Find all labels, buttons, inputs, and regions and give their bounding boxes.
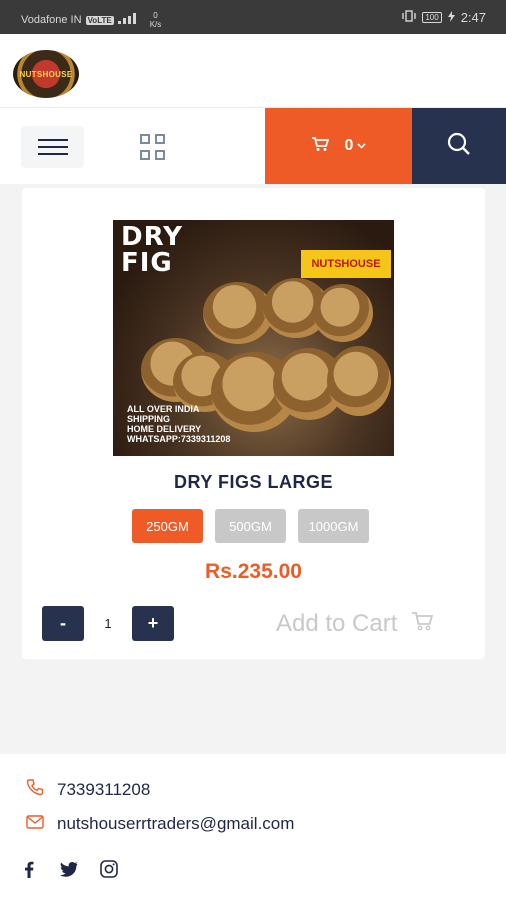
product-image[interactable]: DRY FIG NUTSHOUSE ALL OVER INDIA SHIPPIN… <box>113 220 394 456</box>
product-name[interactable]: DRY FIGS LARGE <box>22 472 485 493</box>
mail-icon <box>26 814 44 834</box>
variant-250gm-button[interactable]: 250GM <box>132 509 203 543</box>
logo-text: NUTSHOUSE <box>19 69 73 79</box>
app-header: NUTSHOUSE <box>0 34 506 108</box>
network-speed: 0 K/s <box>150 11 162 29</box>
brand-logo[interactable]: NUTSHOUSE <box>13 50 79 98</box>
status-right: 100 2:47 <box>402 10 486 25</box>
search-icon <box>447 132 471 161</box>
cart-icon <box>411 610 434 638</box>
caption-line: HOME DELIVERY <box>127 424 202 434</box>
add-to-cart-label: Add to Cart <box>276 609 398 637</box>
speed-value: 0 <box>153 11 158 20</box>
variant-500gm-button[interactable]: 500GM <box>215 509 286 543</box>
caption-line: SHIPPING <box>127 414 171 424</box>
quantity-increase-button[interactable]: + <box>132 606 174 641</box>
facebook-icon[interactable] <box>20 860 38 878</box>
phone-number: 7339311208 <box>57 779 151 799</box>
chevron-down-icon <box>357 141 367 152</box>
carrier-name: Vodafone IN <box>21 14 82 26</box>
status-left: Vodafone IN VoLTE 0 K/s <box>21 11 161 29</box>
contact-phone[interactable]: 7339311208 <box>26 778 150 801</box>
image-title-line: FIG <box>121 248 173 278</box>
hamburger-menu-button[interactable] <box>21 126 84 168</box>
cart-icon <box>311 136 329 157</box>
charging-icon <box>447 10 455 25</box>
grid-view-icon[interactable] <box>140 134 166 160</box>
search-button[interactable] <box>412 108 506 184</box>
variant-1000gm-button[interactable]: 1000GM <box>298 509 369 543</box>
fig-shape <box>313 284 373 342</box>
status-bar: Vodafone IN VoLTE 0 K/s 100 2:47 <box>0 0 506 34</box>
phone-icon <box>26 778 44 801</box>
image-caption: ALL OVER INDIA SHIPPING HOME DELIVERY WH… <box>127 404 230 444</box>
image-title: DRY FIG <box>121 224 183 276</box>
menu-line <box>37 146 68 148</box>
nav-bar: 0 <box>0 108 506 184</box>
image-brand-label: NUTSHOUSE <box>301 250 391 278</box>
add-to-cart-button[interactable]: Add to Cart <box>276 606 434 641</box>
instagram-icon[interactable] <box>100 860 118 878</box>
weight-variants: 250GM 500GM 1000GM <box>132 509 369 543</box>
twitter-icon[interactable] <box>60 860 78 878</box>
product-card: DRY FIG NUTSHOUSE ALL OVER INDIA SHIPPIN… <box>22 188 485 659</box>
battery-icon: 100 <box>422 12 442 23</box>
quantity-value[interactable]: 1 <box>94 606 122 641</box>
cart-count: 0 <box>344 137 354 154</box>
volte-badge: VoLTE <box>85 15 114 25</box>
menu-line <box>37 153 68 155</box>
caption-line: WHATSAPP:7339311208 <box>127 434 231 444</box>
speed-unit: K/s <box>149 20 162 29</box>
menu-line <box>37 139 68 141</box>
signal-icon <box>117 13 138 27</box>
clock: 2:47 <box>460 10 486 25</box>
contact-email[interactable]: nutshouserrtraders@gmail.com <box>26 814 294 834</box>
quantity-decrease-button[interactable]: - <box>42 606 84 641</box>
product-price: Rs.235.00 <box>205 560 302 583</box>
vibrate-icon <box>402 10 417 25</box>
caption-line: ALL OVER INDIA <box>127 404 200 414</box>
cart-button[interactable]: 0 <box>265 108 412 184</box>
social-links <box>20 860 118 878</box>
email-address: nutshouserrtraders@gmail.com <box>57 814 295 833</box>
fig-shape <box>327 346 391 416</box>
footer: 7339311208 nutshouserrtraders@gmail.com <box>0 754 506 900</box>
